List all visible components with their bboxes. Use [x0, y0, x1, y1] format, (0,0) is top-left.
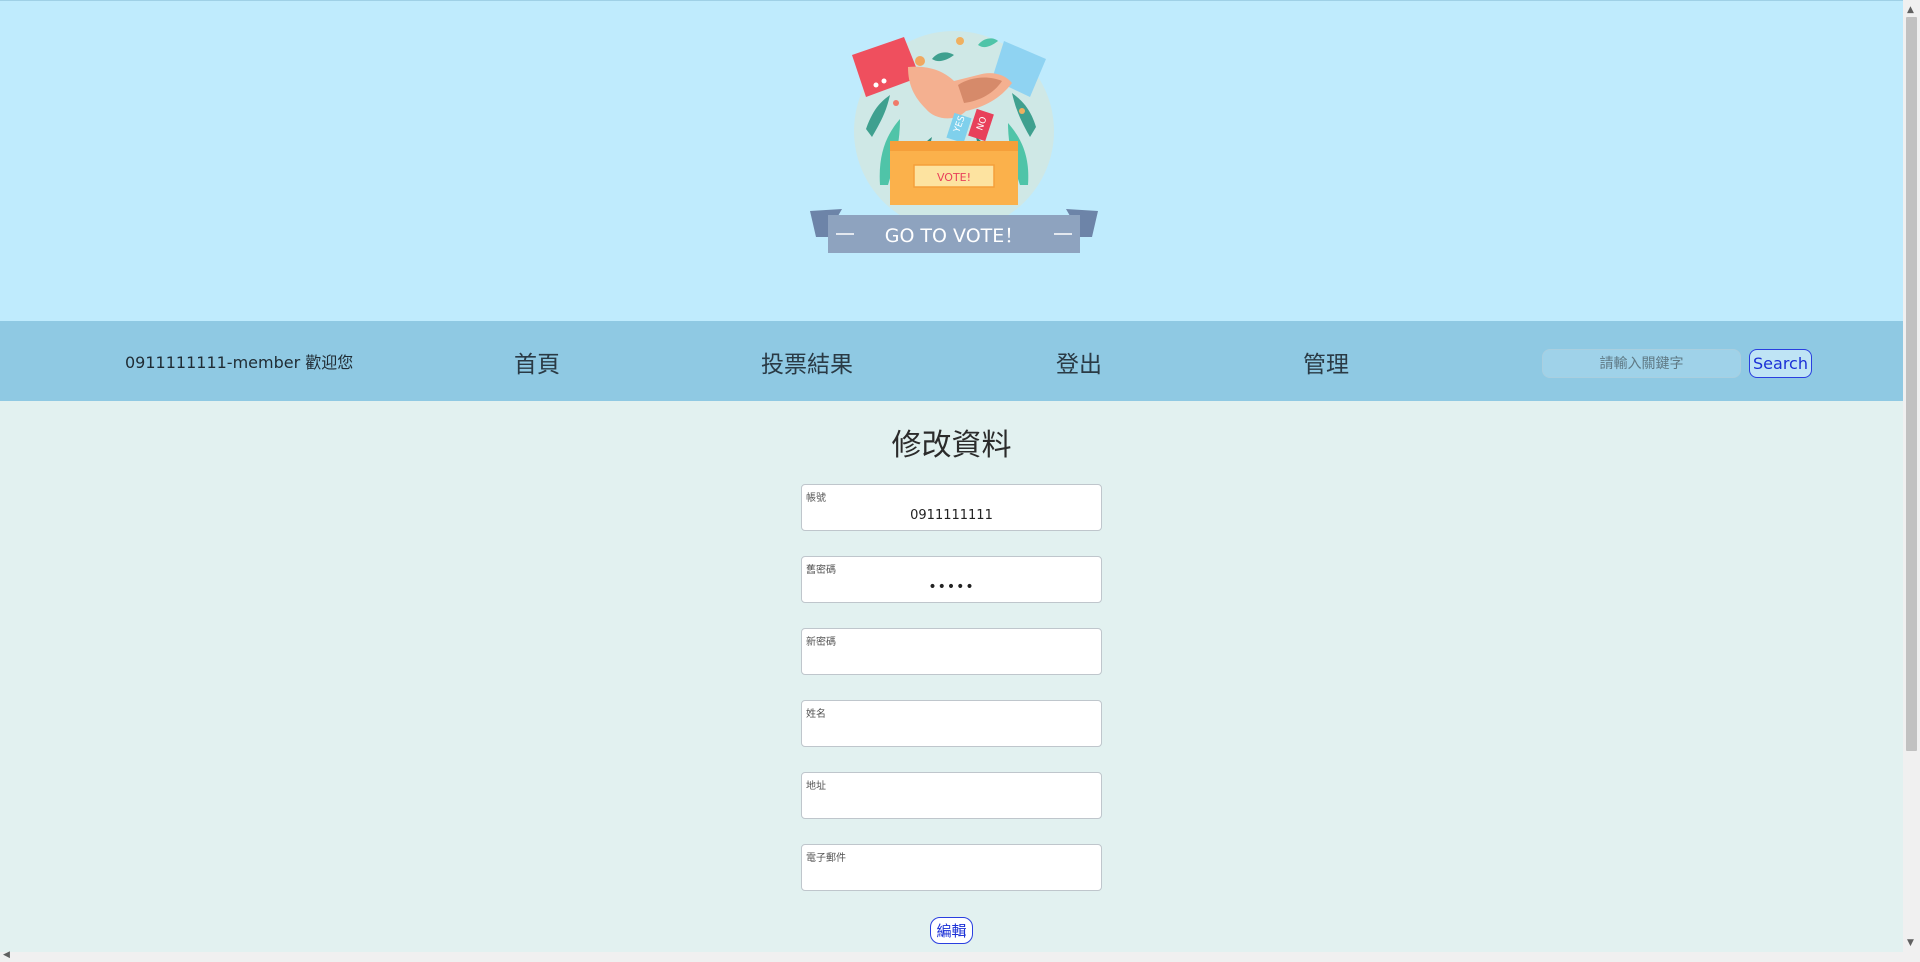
svg-text:GO TO VOTE！: GO TO VOTE！ [885, 225, 1024, 247]
account-field-label: 帳號 [806, 493, 826, 504]
address-field-label: 地址 [806, 781, 826, 792]
email-field[interactable]: 電子郵件 [801, 844, 1102, 891]
edit-profile-section: 修改資料 帳號 舊密碼 新密碼 姓名 地址 電子郵件 編輯 [0, 401, 1903, 952]
account-input[interactable] [808, 505, 1095, 525]
vertical-scrollbar[interactable]: ▲ ▼ [1903, 0, 1920, 962]
go-to-vote-logo: YES NO VOTE! GO TO VOTE！ [810, 31, 1098, 253]
svg-text:VOTE!: VOTE! [937, 171, 971, 184]
new-password-input[interactable] [808, 649, 1095, 669]
welcome-message: 0911111111-member 歡迎您 [125, 353, 354, 372]
horizontal-scrollbar[interactable]: ◀ [0, 950, 1903, 962]
address-field[interactable]: 地址 [801, 772, 1102, 819]
email-input[interactable] [808, 865, 1095, 885]
site-header: YES NO VOTE! GO TO VOTE！ [0, 0, 1903, 321]
vertical-scroll-thumb[interactable] [1906, 17, 1917, 751]
nav-home-link[interactable]: 首頁 [514, 345, 560, 379]
main-navbar: 0911111111-member 歡迎您 首頁 投票結果 登出 管理 Sear… [0, 321, 1903, 401]
edit-button[interactable]: 編輯 [930, 917, 973, 944]
old-password-field[interactable]: 舊密碼 [801, 556, 1102, 603]
account-field[interactable]: 帳號 [801, 484, 1102, 531]
old-password-field-label: 舊密碼 [806, 565, 836, 576]
page-title: 修改資料 [891, 428, 1012, 463]
scroll-down-arrow-icon[interactable]: ▼ [1907, 938, 1914, 948]
name-field-label: 姓名 [806, 709, 826, 720]
scroll-up-arrow-icon[interactable]: ▲ [1907, 5, 1914, 15]
email-field-label: 電子郵件 [806, 853, 846, 864]
page-viewport: YES NO VOTE! GO TO VOTE！ 0911111111-memb… [0, 0, 1903, 952]
nav-admin-link[interactable]: 管理 [1303, 345, 1349, 379]
name-input[interactable] [808, 721, 1095, 741]
new-password-field-label: 新密碼 [806, 637, 836, 648]
nav-logout-link[interactable]: 登出 [1056, 345, 1102, 379]
search-button[interactable]: Search [1749, 349, 1812, 378]
search-input[interactable] [1542, 349, 1741, 378]
name-field[interactable]: 姓名 [801, 700, 1102, 747]
new-password-field[interactable]: 新密碼 [801, 628, 1102, 675]
address-input[interactable] [808, 793, 1095, 813]
old-password-input[interactable] [808, 577, 1095, 597]
nav-vote-results-link[interactable]: 投票結果 [761, 345, 853, 379]
scroll-left-arrow-icon[interactable]: ◀ [3, 950, 10, 960]
